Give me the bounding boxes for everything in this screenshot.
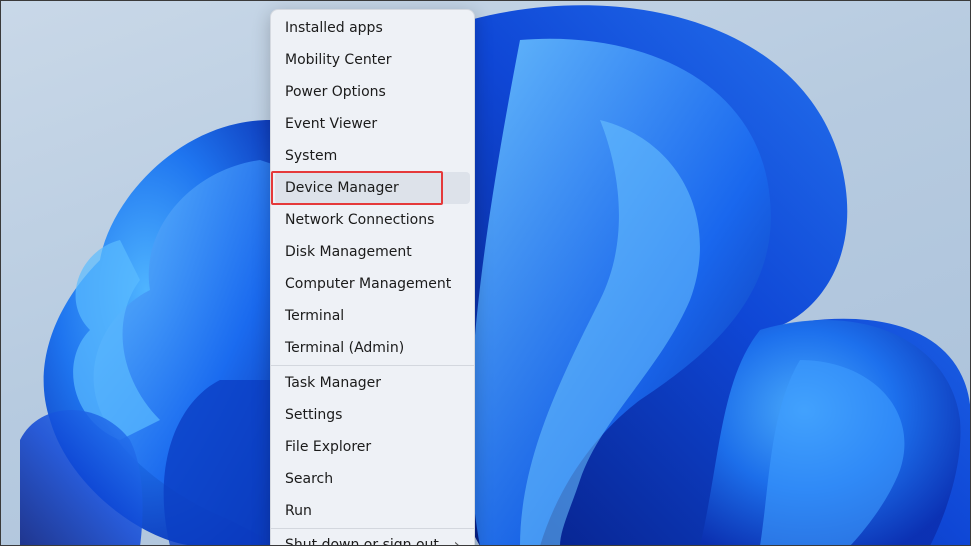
menu-item-network-connections[interactable]: Network Connections [271,204,474,236]
wallpaper-bloom [20,5,971,546]
menu-item-shut-down-or-sign-out[interactable]: Shut down or sign out › [271,529,474,546]
chevron-right-icon: › [453,535,460,546]
menu-item-search[interactable]: Search [271,463,474,495]
menu-item-settings[interactable]: Settings [271,399,474,431]
menu-item-terminal[interactable]: Terminal [271,300,474,332]
desktop: Installed apps Mobility Center Power Opt… [0,0,971,546]
menu-item-task-manager[interactable]: Task Manager [271,367,474,399]
menu-divider [271,365,474,366]
menu-item-terminal-admin[interactable]: Terminal (Admin) [271,332,474,364]
menu-item-mobility-center[interactable]: Mobility Center [271,44,474,76]
menu-item-computer-management[interactable]: Computer Management [271,268,474,300]
menu-item-power-options[interactable]: Power Options [271,76,474,108]
menu-item-file-explorer[interactable]: File Explorer [271,431,474,463]
quick-link-menu: Installed apps Mobility Center Power Opt… [270,9,475,546]
menu-item-device-manager[interactable]: Device Manager [275,172,470,204]
menu-item-run[interactable]: Run [271,495,474,527]
menu-item-event-viewer[interactable]: Event Viewer [271,108,474,140]
menu-item-installed-apps[interactable]: Installed apps [271,12,474,44]
menu-item-label: Shut down or sign out [285,537,439,546]
menu-item-disk-management[interactable]: Disk Management [271,236,474,268]
menu-item-system[interactable]: System [271,140,474,172]
